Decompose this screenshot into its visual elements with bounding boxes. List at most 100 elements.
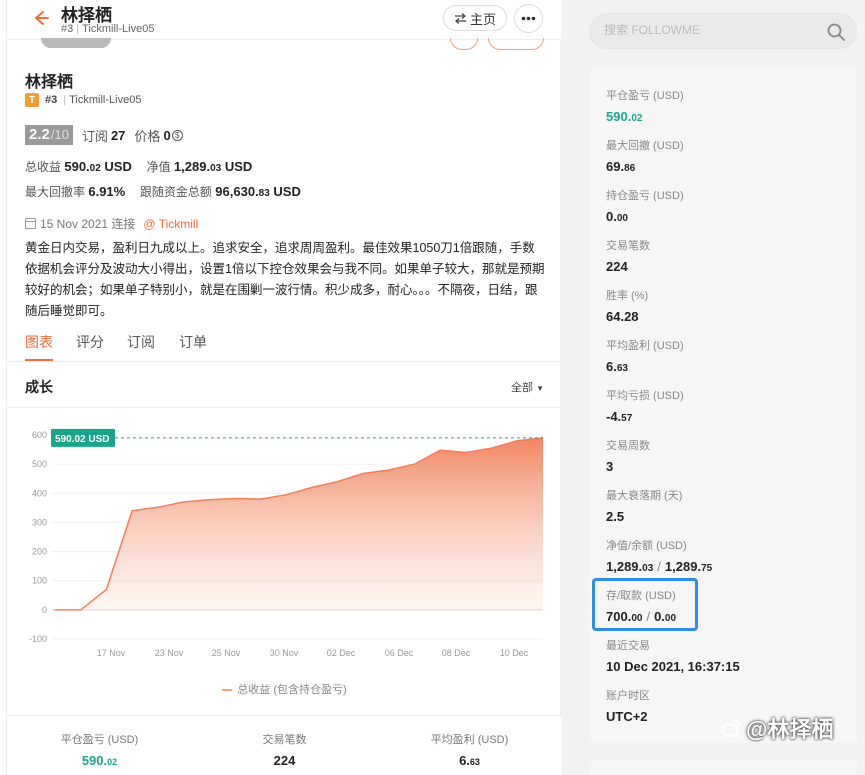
total-profit-unit: USD [104,159,132,174]
stat-label: 平仓盈亏 (USD) [606,90,684,102]
bottom-stats: 平仓盈亏 (USD) 590.02 交易笔数 224 平均盈利 (USD) 6.… [7,715,562,775]
score-row: 2.2/10 订阅 27 价格 0 $ [25,125,183,145]
search-input[interactable] [604,23,804,37]
stat-label: 交易笔数 [606,240,650,252]
more-button[interactable] [514,4,543,33]
price-label: 价格 [134,128,161,144]
tab-subscribe[interactable]: 订阅 [127,332,155,352]
back-arrow-icon[interactable] [29,7,51,29]
home-button-label: 主页 [469,11,496,27]
stat-value-a: 1,289. [606,559,643,574]
stat-last-trade: 最近交易 10 Dec 2021, 16:37:15 [606,637,740,674]
follow-button-peek[interactable] [488,38,544,50]
bottom-stat-label: 平均盈利 (USD) [430,734,509,746]
equity-label: 净值 [146,160,171,174]
y-tick-label: 300 [32,517,47,527]
stat-value: 6. [606,359,617,374]
stat-decimals: 63 [616,363,628,374]
tab-chart[interactable]: 图表 [25,332,53,352]
stat-trades: 交易笔数 224 [606,237,650,274]
price-value: 0 [163,127,171,143]
highlight-box [592,578,698,631]
stat-label: 平均盈利 (USD) [606,340,684,352]
tab-orders[interactable]: 订单 [179,332,207,352]
x-tick-label: 10 Dec [500,648,529,658]
stat-value: 64.28 [606,309,639,324]
watermark-text: @林择栖 [746,717,834,742]
bottom-stat-decimals: 63 [469,757,480,767]
rank-row: T #3 | Tickmill-Live05 [25,93,141,107]
stat-decimals: 86 [624,163,636,174]
stat-label: 最近交易 [606,640,650,652]
stat-avg-win: 平均盈利 (USD) 6.63 [606,337,684,374]
stat-value: 224 [606,259,628,274]
max-drawdown-value: 6.91% [88,184,126,199]
stat-trade-weeks: 交易周数 3 [606,437,650,474]
bottom-stat-label: 交易笔数 [262,734,307,746]
right-panel: 平仓盈亏 (USD) 590.02 最大回撤 (USD) 69.86 持仓盈亏 … [561,0,865,775]
watermark: @林择栖 [720,712,833,744]
swap-icon [454,12,466,24]
y-tick-label: 0 [42,605,47,615]
action-button-peek[interactable] [450,38,478,50]
stat-decimals-a: 03 [642,563,654,574]
strategy-description: 黄金日内交易，盈利日九成以上。追求安全，追求周周盈利。最佳效果1050刀1倍跟随… [25,241,545,318]
home-button[interactable]: 主页 [443,5,507,31]
x-tick-label: 08 Dec [442,648,471,658]
range-dropdown[interactable]: 全部 ▼ [511,379,544,395]
y-tick-label: 500 [32,459,47,469]
stat-max-dd-period: 最大衰落期 (天) 2.5 [606,487,682,524]
equity-value: 1,289. [173,159,211,174]
stat-label: 最大衰落期 (天) [606,490,683,502]
left-panel: 林择栖 #3 | Tickmill-Live05 主页 林择栖 T #3 | T… [6,0,562,775]
stat-value: 0. [606,209,617,224]
stats-card: 平仓盈亏 (USD) 590.02 最大回撤 (USD) 69.86 持仓盈亏 … [589,67,857,743]
total-profit-decimals: 02 [89,163,101,174]
stat-value: 590. [606,109,632,124]
currency-icon: $ [171,129,183,141]
since-row: 15 Nov 2021 连接 @ Tickmill [25,215,198,232]
stat-value: UTC+2 [606,709,648,724]
stat-label: 平均亏损 (USD) [606,390,684,402]
top-bar: 林择栖 #3 | Tickmill-Live05 主页 [7,0,562,40]
follow-funds-decimals: 83 [258,188,270,199]
legend-label: 总收益 (包含持仓盈亏) [237,684,347,696]
stat-max-drawdown: 最大回撤 (USD) 69.86 [606,137,684,174]
stat-avg-loss: 平均亏损 (USD) -4.57 [606,387,684,424]
page: 林择栖 #3 | Tickmill-Live05 主页 林择栖 T #3 | T… [0,0,865,775]
range-value: 全部 [511,382,533,394]
bottom-stat-label: 平仓盈亏 (USD) [60,734,139,746]
stat-value: 2.5 [606,509,625,524]
x-tick-label: 02 Dec [327,648,356,658]
bottom-stat-trades: 交易笔数 224 [192,731,377,768]
stat-label: 交易周数 [606,440,650,452]
bottom-stat-value: 6. [459,753,470,768]
score-of: /10 [50,127,69,142]
header-subtitle: #3 | Tickmill-Live05 [61,23,155,35]
stat-equity-balance: 净值/余额 (USD) 1,289.03/1,289.75 [606,537,712,574]
subscribe-count: 27 [110,127,126,143]
drawdown-row: 最大回撤率 6.91% 跟随资金总额 96,630.83 USD [25,183,301,200]
bottom-stat-closed-pl: 平仓盈亏 (USD) 590.02 [7,731,192,768]
bottom-stat-avg-win: 平均盈利 (USD) 6.63 [377,731,562,768]
stat-value: 3 [606,459,614,474]
avatar [41,38,111,48]
stat-label: 最大回撤 (USD) [606,140,684,152]
stat-decimals: 00 [616,213,628,224]
stat-decimals: 57 [621,413,633,424]
y-tick-label: 400 [32,488,47,498]
stat-label: 净值/余额 (USD) [606,540,687,552]
total-profit-value: 590. [64,159,90,174]
stat-win-rate: 胜率 (%) 64.28 [606,287,648,324]
search-box [589,13,857,49]
stat-label: 账户时区 [606,690,650,702]
tab-rating[interactable]: 评分 [76,332,104,352]
follow-funds-label: 跟随资金总额 [139,185,212,199]
broker-link[interactable]: @ Tickmill [143,217,198,231]
equity-unit: USD [224,159,253,174]
stat-value-b: 1,289. [664,559,702,574]
x-tick-label: 23 Nov [155,648,184,658]
search-icon[interactable] [826,22,846,42]
weibo-icon [721,720,740,737]
header-account: Tickmill-Live05 [82,23,155,35]
